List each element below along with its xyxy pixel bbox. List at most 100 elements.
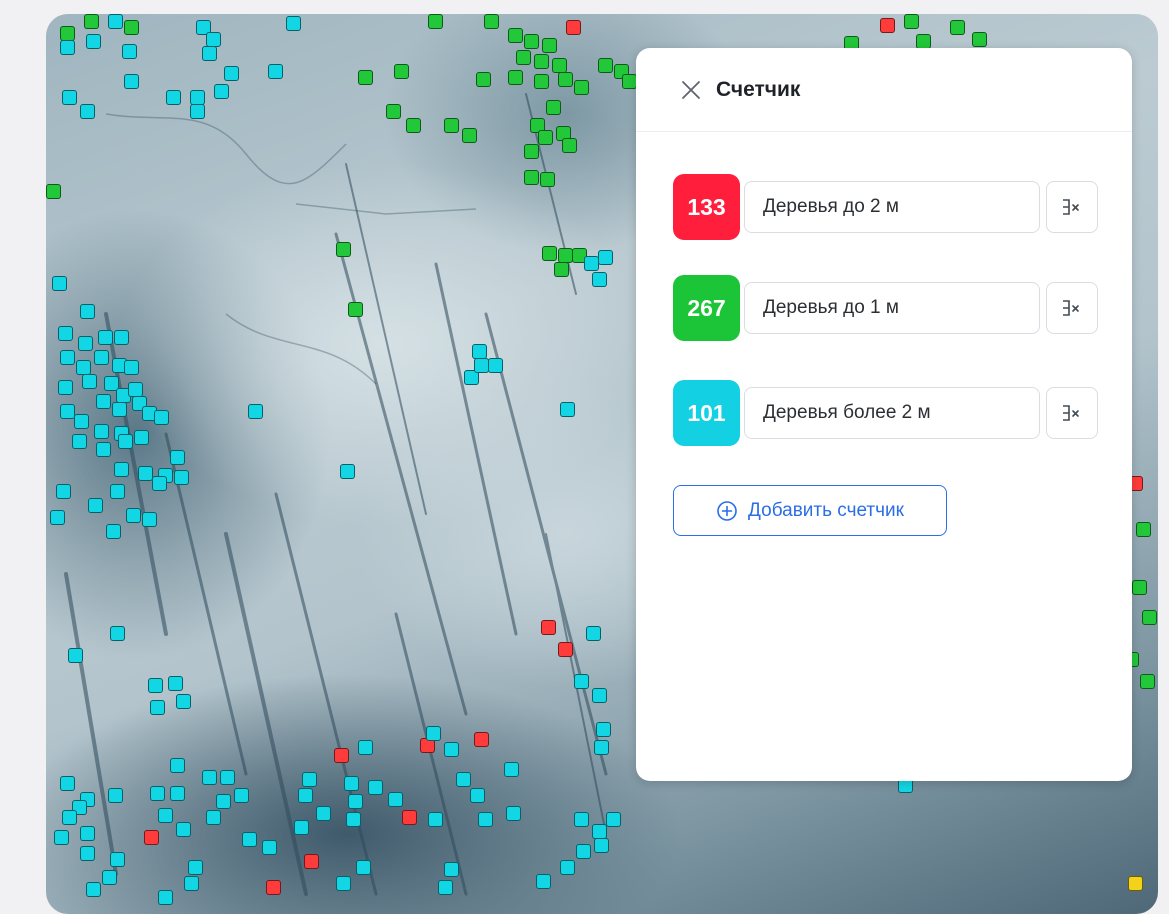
cyan-tree-marker: [262, 840, 277, 855]
green-tree-marker: [1132, 580, 1147, 595]
panel-title: Счетчик: [716, 77, 801, 101]
add-counter-button[interactable]: Добавить счетчик: [673, 485, 947, 536]
cyan-tree-marker: [298, 788, 313, 803]
cyan-tree-marker: [472, 344, 487, 359]
cyan-tree-marker: [188, 860, 203, 875]
green-tree-marker: [386, 104, 401, 119]
cyan-tree-marker: [108, 788, 123, 803]
cyan-tree-marker: [248, 404, 263, 419]
cyan-tree-marker: [346, 812, 361, 827]
cyan-tree-marker: [206, 32, 221, 47]
clear-filter-icon: [1063, 300, 1079, 316]
counter-row: 133: [673, 174, 1098, 240]
cyan-tree-marker: [444, 742, 459, 757]
cyan-tree-marker: [62, 810, 77, 825]
cyan-tree-marker: [316, 806, 331, 821]
cyan-tree-marker: [158, 890, 173, 905]
yellow-tree-marker: [1128, 876, 1143, 891]
green-tree-marker: [508, 70, 523, 85]
cyan-tree-marker: [220, 770, 235, 785]
cyan-tree-marker: [560, 402, 575, 417]
cyan-tree-marker: [110, 626, 125, 641]
cyan-tree-marker: [176, 694, 191, 709]
cyan-tree-marker: [438, 880, 453, 895]
green-tree-marker: [950, 20, 965, 35]
cyan-tree-marker: [82, 374, 97, 389]
counter-panel: Счетчик 133 267 101: [636, 48, 1132, 781]
cyan-tree-marker: [478, 812, 493, 827]
clear-counter-button[interactable]: [1046, 282, 1098, 334]
red-tree-marker: [880, 18, 895, 33]
cyan-tree-marker: [268, 64, 283, 79]
green-tree-marker: [534, 54, 549, 69]
cyan-tree-marker: [444, 862, 459, 877]
cyan-tree-marker: [110, 852, 125, 867]
green-tree-marker: [1140, 674, 1155, 689]
cyan-tree-marker: [576, 844, 591, 859]
cyan-tree-marker: [102, 870, 117, 885]
cyan-tree-marker: [80, 826, 95, 841]
cyan-tree-marker: [574, 674, 589, 689]
clear-counter-button[interactable]: [1046, 181, 1098, 233]
cyan-tree-marker: [150, 700, 165, 715]
red-tree-marker: [474, 732, 489, 747]
cyan-tree-marker: [592, 272, 607, 287]
counter-label-input[interactable]: [744, 387, 1040, 439]
cyan-tree-marker: [456, 772, 471, 787]
clear-counter-button[interactable]: [1046, 387, 1098, 439]
green-tree-marker: [538, 130, 553, 145]
count-badge: 101: [673, 380, 740, 446]
cyan-tree-marker: [152, 476, 167, 491]
red-tree-marker: [558, 642, 573, 657]
green-tree-marker: [542, 38, 557, 53]
cyan-tree-marker: [184, 876, 199, 891]
red-tree-marker: [402, 810, 417, 825]
cyan-tree-marker: [174, 470, 189, 485]
cyan-tree-marker: [86, 34, 101, 49]
cyan-tree-marker: [294, 820, 309, 835]
cyan-tree-marker: [56, 484, 71, 499]
clear-filter-icon: [1063, 199, 1079, 215]
green-tree-marker: [476, 72, 491, 87]
cyan-tree-marker: [344, 776, 359, 791]
cyan-tree-marker: [470, 788, 485, 803]
green-tree-marker: [1136, 522, 1151, 537]
close-icon[interactable]: [678, 77, 704, 103]
green-tree-marker: [348, 302, 363, 317]
cyan-tree-marker: [474, 358, 489, 373]
count-badge: 267: [673, 275, 740, 341]
counter-label-input[interactable]: [744, 282, 1040, 334]
cyan-tree-marker: [216, 794, 231, 809]
green-tree-marker: [546, 100, 561, 115]
cyan-tree-marker: [80, 304, 95, 319]
cyan-tree-marker: [368, 780, 383, 795]
cyan-tree-marker: [108, 14, 123, 29]
cyan-tree-marker: [206, 810, 221, 825]
cyan-tree-marker: [242, 832, 257, 847]
red-tree-marker: [304, 854, 319, 869]
green-tree-marker: [542, 246, 557, 261]
cyan-tree-marker: [72, 434, 87, 449]
add-counter-label: Добавить счетчик: [748, 499, 904, 521]
red-tree-marker: [144, 830, 159, 845]
panel-header: Счетчик: [636, 48, 1132, 132]
cyan-tree-marker: [286, 16, 301, 31]
counter-label-input[interactable]: [744, 181, 1040, 233]
cyan-tree-marker: [96, 394, 111, 409]
cyan-tree-marker: [54, 830, 69, 845]
cyan-tree-marker: [596, 722, 611, 737]
clear-filter-icon: [1063, 405, 1079, 421]
green-tree-marker: [444, 118, 459, 133]
green-tree-marker: [972, 32, 987, 47]
red-tree-marker: [566, 20, 581, 35]
green-tree-marker: [124, 20, 139, 35]
cyan-tree-marker: [190, 90, 205, 105]
cyan-tree-marker: [594, 740, 609, 755]
cyan-tree-marker: [62, 90, 77, 105]
cyan-tree-marker: [340, 464, 355, 479]
cyan-tree-marker: [598, 250, 613, 265]
cyan-tree-marker: [76, 360, 91, 375]
green-tree-marker: [394, 64, 409, 79]
cyan-tree-marker: [60, 40, 75, 55]
green-tree-marker: [574, 80, 589, 95]
